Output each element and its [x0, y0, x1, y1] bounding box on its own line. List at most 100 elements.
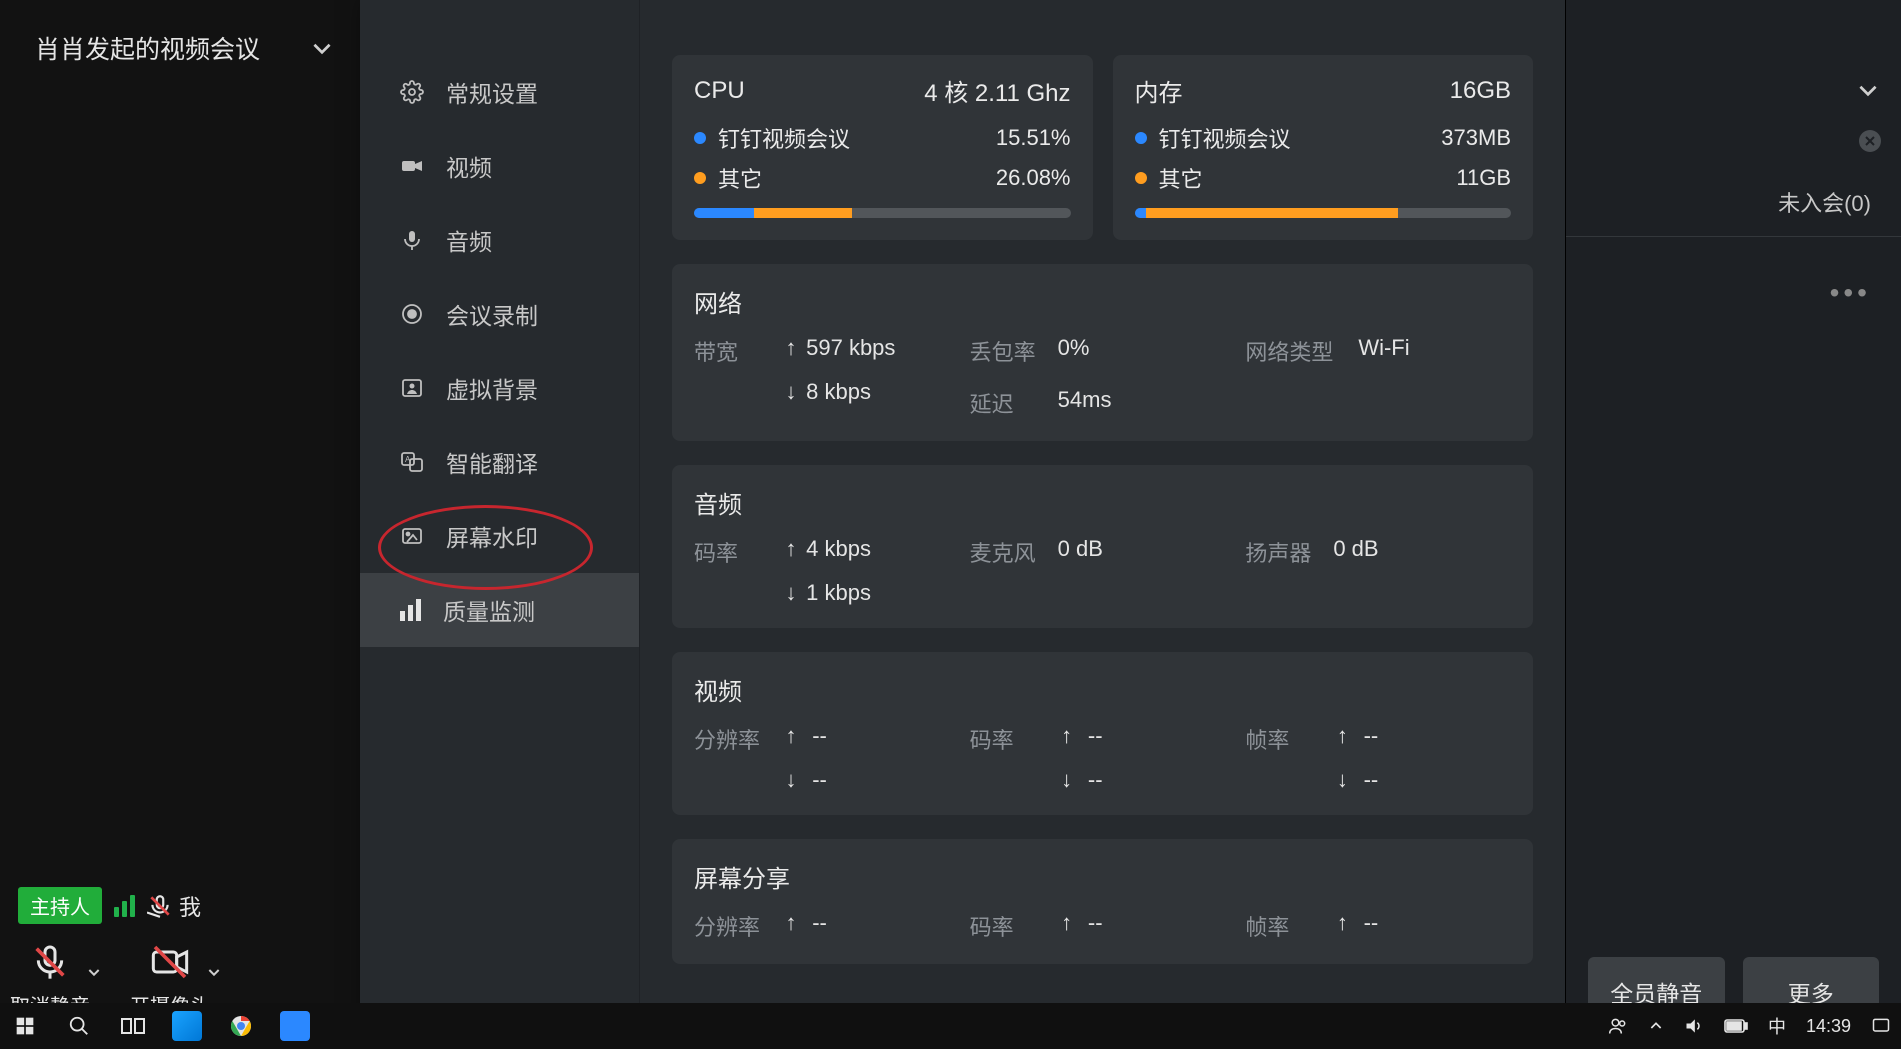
- cpu-bar-app: [694, 208, 754, 218]
- cpu-title: CPU: [694, 77, 745, 105]
- more-options-button[interactable]: •••: [1830, 277, 1871, 309]
- mem-title: 内存: [1135, 73, 1183, 108]
- loss-val: 0%: [1058, 335, 1090, 361]
- mem-app-label: 钉钉视频会议: [1159, 122, 1291, 154]
- nav-quality-label: 质量监测: [443, 593, 535, 627]
- tray-people-icon[interactable]: [1608, 1016, 1628, 1036]
- dot-blue-icon: [1135, 132, 1147, 144]
- video-title: 视频: [694, 672, 1511, 707]
- nav-video-label: 视频: [446, 149, 492, 183]
- video-section: 视频 分辨率 ↑ -- ↓ -- 码率 ↑ -- ↓ --: [672, 652, 1533, 815]
- mem-bar-other: [1146, 208, 1398, 218]
- signal-icon: [114, 895, 135, 917]
- video-res-down: --: [812, 767, 827, 792]
- bw-up: 597 kbps: [806, 335, 895, 360]
- chevron-down-icon[interactable]: [206, 964, 222, 980]
- mem-spec: 16GB: [1450, 77, 1511, 105]
- mem-other-label: 其它: [1159, 162, 1203, 194]
- latency-val: 54ms: [1058, 387, 1112, 413]
- audio-bitrate-label: 码率: [694, 536, 764, 568]
- dot-orange-icon: [694, 172, 706, 184]
- nettype-label: 网络类型: [1245, 335, 1340, 367]
- meeting-title-text: 肖肖发起的视频会议: [35, 30, 260, 66]
- speaker-label: 扬声器: [1245, 536, 1315, 568]
- chevron-down-icon: [309, 35, 335, 61]
- speaker-val: 0 dB: [1333, 536, 1378, 562]
- nav-watermark[interactable]: 屏幕水印: [360, 499, 639, 573]
- audio-br-down: 1 kbps: [806, 580, 871, 605]
- tray-battery-icon[interactable]: [1724, 1019, 1748, 1033]
- audio-title: 音频: [694, 485, 1511, 520]
- share-br-label: 码率: [970, 910, 1040, 942]
- chrome-icon[interactable]: [226, 1011, 256, 1041]
- self-participant-tile: 主持人 我: [0, 869, 360, 924]
- nav-translate-label: 智能翻译: [446, 445, 538, 479]
- nettype-val: Wi-Fi: [1358, 335, 1409, 361]
- mic-label: 麦克风: [970, 536, 1040, 568]
- nav-audio-label: 音频: [446, 223, 492, 257]
- app-icon-2[interactable]: [280, 1011, 310, 1041]
- dot-orange-icon: [1135, 172, 1147, 184]
- settings-sidebar: 常规设置 视频 音频 会议录制 虚拟背景 A 智能翻译 屏幕水印: [360, 0, 640, 1049]
- cpu-app-label: 钉钉视频会议: [718, 122, 850, 154]
- nav-virtual-bg[interactable]: 虚拟背景: [360, 351, 639, 425]
- nav-general[interactable]: 常规设置: [360, 55, 639, 129]
- nav-video[interactable]: 视频: [360, 129, 639, 203]
- tab-not-joined[interactable]: 未入会(0): [1768, 172, 1881, 236]
- nav-quality[interactable]: 质量监测: [360, 573, 639, 647]
- participant-tabs: 未入会(0): [1566, 172, 1901, 237]
- chevron-down-icon[interactable]: [1855, 77, 1881, 103]
- cpu-app-pct: 15.51%: [996, 125, 1071, 151]
- taskbar-clock[interactable]: 14:39: [1806, 1016, 1851, 1037]
- share-fps-up: --: [1364, 910, 1379, 935]
- task-view-icon[interactable]: [118, 1011, 148, 1041]
- bw-down: 8 kbps: [806, 379, 871, 404]
- nav-recording[interactable]: 会议录制: [360, 277, 639, 351]
- video-br-label: 码率: [970, 723, 1040, 755]
- audio-section: 音频 码率 ↑ 4 kbps ↓ 1 kbps 麦克风0 dB 扬声器0 dB: [672, 465, 1533, 628]
- share-res-label: 分辨率: [694, 910, 764, 942]
- network-section: 网络 带宽 ↑ 597 kbps ↓ 8 kbps 丢包率0% 延迟54ms 网…: [672, 264, 1533, 441]
- nav-recording-label: 会议录制: [446, 297, 538, 331]
- tray-chevron-up-icon[interactable]: [1648, 1018, 1664, 1034]
- tray-volume-icon[interactable]: [1684, 1016, 1704, 1036]
- share-section: 屏幕分享 分辨率↑ -- 码率↑ -- 帧率↑ --: [672, 839, 1533, 964]
- bars-icon: [400, 599, 421, 621]
- video-br-down: --: [1088, 767, 1103, 792]
- svg-text:A: A: [405, 455, 411, 464]
- cpu-other-label: 其它: [718, 162, 762, 194]
- settings-content: CPU 4 核 2.11 Ghz 钉钉视频会议 15.51% 其它 26.08%: [640, 0, 1565, 1049]
- audio-br-up: 4 kbps: [806, 536, 871, 561]
- network-title: 网络: [694, 284, 1511, 319]
- self-mic-status: 我: [147, 890, 201, 922]
- share-fps-label: 帧率: [1245, 910, 1315, 942]
- notifications-icon[interactable]: [1871, 1016, 1891, 1036]
- self-label: 我: [179, 890, 201, 922]
- nav-general-label: 常规设置: [446, 75, 538, 109]
- start-button[interactable]: [10, 1011, 40, 1041]
- mem-bar-app: [1135, 208, 1146, 218]
- share-br-up: --: [1088, 910, 1103, 935]
- participants-panel: 未入会(0) ••• 全员静音 更多: [1566, 0, 1901, 1049]
- video-fps-down: --: [1364, 767, 1379, 792]
- tray-ime[interactable]: 中: [1768, 1013, 1786, 1039]
- loss-label: 丢包率: [970, 335, 1040, 367]
- video-br-up: --: [1088, 723, 1103, 748]
- share-title: 屏幕分享: [694, 859, 1511, 894]
- mem-bar: [1135, 208, 1512, 218]
- nav-audio[interactable]: 音频: [360, 203, 639, 277]
- windows-taskbar[interactable]: 中 14:39: [0, 1003, 1901, 1049]
- cpu-other-pct: 26.08%: [996, 165, 1071, 191]
- cpu-spec: 4 核 2.11 Ghz: [924, 73, 1070, 108]
- meeting-title-dropdown[interactable]: 肖肖发起的视频会议: [0, 0, 360, 96]
- search-icon[interactable]: [64, 1011, 94, 1041]
- app-icon-1[interactable]: [172, 1011, 202, 1041]
- dot-blue-icon: [694, 132, 706, 144]
- share-res-up: --: [812, 910, 827, 935]
- cpu-card: CPU 4 核 2.11 Ghz 钉钉视频会议 15.51% 其它 26.08%: [672, 55, 1093, 240]
- clear-search-button[interactable]: [1859, 130, 1881, 152]
- chevron-down-icon[interactable]: [86, 964, 102, 980]
- video-fps-up: --: [1364, 723, 1379, 748]
- cpu-bar: [694, 208, 1071, 218]
- nav-translate[interactable]: A 智能翻译: [360, 425, 639, 499]
